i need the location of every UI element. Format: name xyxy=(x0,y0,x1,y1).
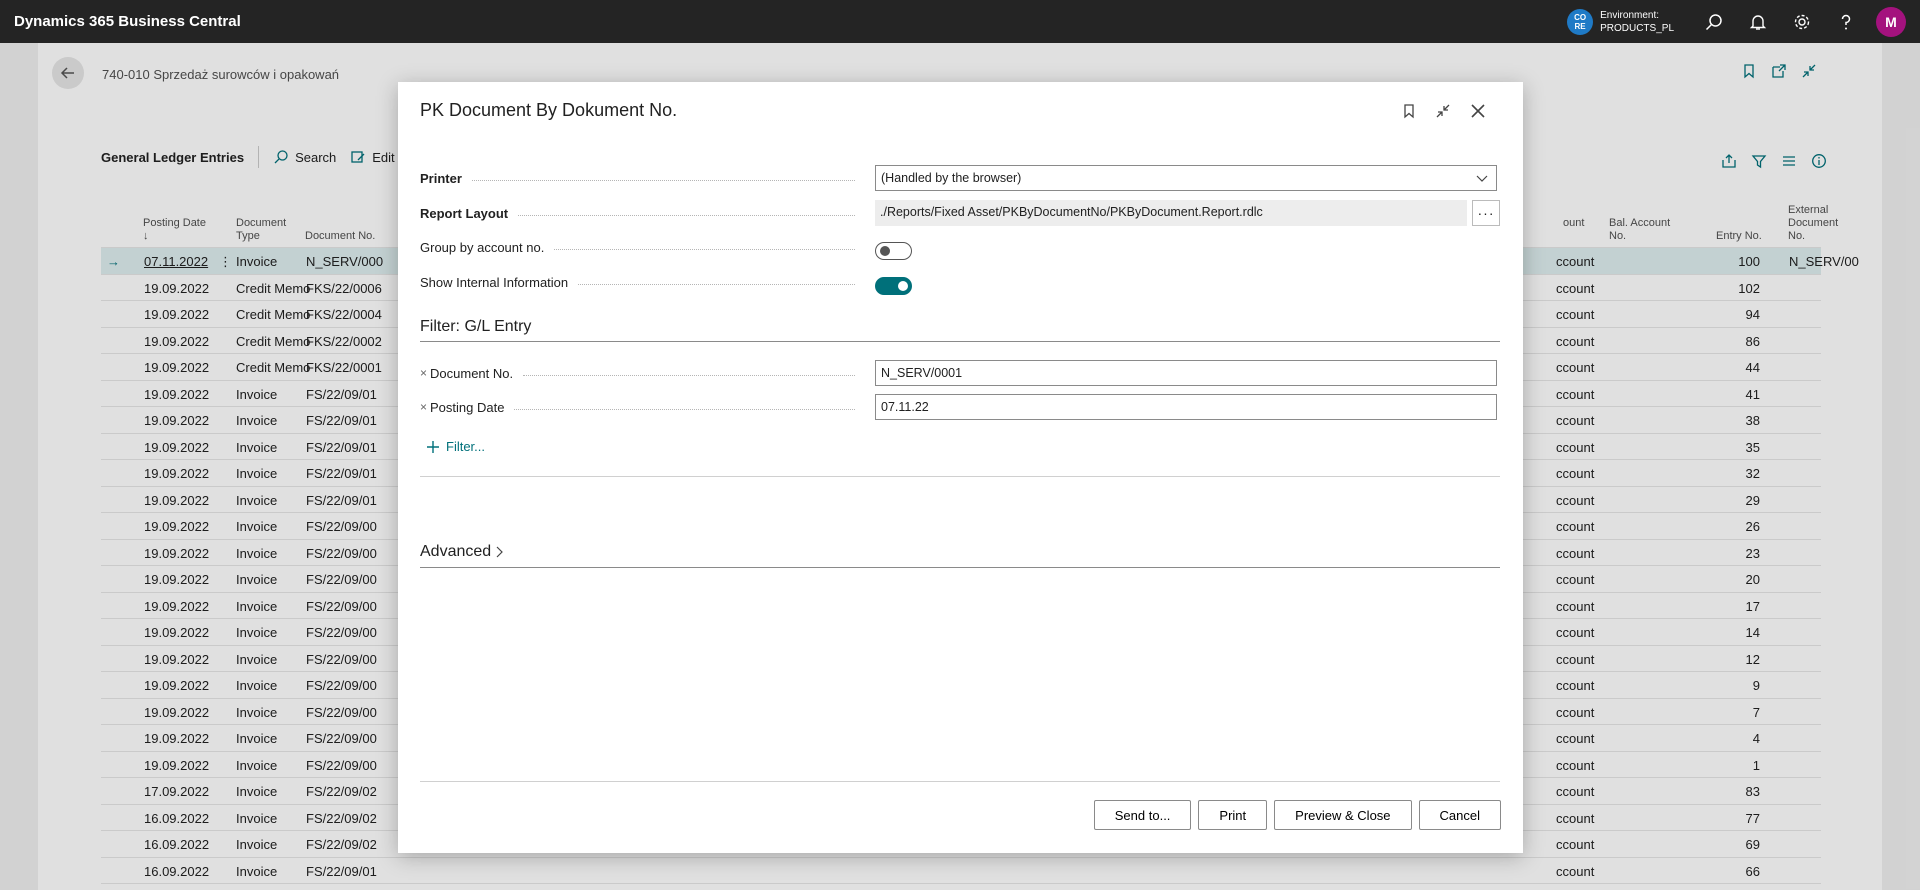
report-layout-value[interactable]: ./Reports/Fixed Asset/PKByDocumentNo/PKB… xyxy=(875,200,1467,226)
show-internal-info-label: Show Internal Information xyxy=(420,274,569,290)
internal-label-wrap: Show Internal Information xyxy=(420,275,865,290)
filter-posting-date-label: Posting Date xyxy=(430,399,505,415)
notification-bell-icon[interactable] xyxy=(1736,0,1780,43)
settings-gear-icon[interactable] xyxy=(1780,0,1824,43)
send-to-button[interactable]: Send to... xyxy=(1093,800,1192,830)
chevron-right-icon xyxy=(496,546,504,558)
help-icon[interactable] xyxy=(1824,0,1868,43)
filter-document-no-label: Document No. xyxy=(430,365,514,381)
label-dots xyxy=(518,214,855,216)
add-filter-link[interactable]: Filter... xyxy=(426,439,485,454)
filter-section-divider xyxy=(420,341,1500,342)
user-avatar[interactable]: M xyxy=(1876,6,1906,37)
printer-label-wrap: Printer xyxy=(420,171,865,186)
close-icon[interactable] xyxy=(1469,102,1487,120)
show-internal-info-toggle[interactable] xyxy=(875,277,912,295)
label-dots xyxy=(471,179,855,181)
printer-label: Printer xyxy=(420,170,462,186)
collapse-icon[interactable] xyxy=(1435,103,1451,119)
filter-document-no-row: × Document No. N_SERV/0001 xyxy=(420,360,1500,386)
label-dots xyxy=(554,248,855,250)
cancel-button[interactable]: Cancel xyxy=(1418,800,1501,830)
group-by-account-row: Group by account no. xyxy=(420,234,1500,260)
show-internal-info-row: Show Internal Information xyxy=(420,269,1500,295)
remove-filter-icon[interactable]: × xyxy=(420,366,427,380)
filter-bottom-divider xyxy=(420,476,1500,477)
footer-divider xyxy=(420,781,1500,782)
advanced-label: Advanced xyxy=(420,543,492,560)
group-by-account-toggle[interactable] xyxy=(875,242,912,260)
label-dots xyxy=(523,374,855,376)
environment-badge[interactable]: CO RE xyxy=(1567,8,1594,35)
report-layout-field: ./Reports/Fixed Asset/PKByDocumentNo/PKB… xyxy=(875,200,1500,226)
label-dots xyxy=(578,283,855,285)
env-label: Environment: xyxy=(1600,9,1660,21)
dialog-footer: Send to... Print Preview & Close Cancel xyxy=(1093,800,1501,830)
toggle-knob xyxy=(880,246,890,256)
layout-label-wrap: Report Layout xyxy=(420,206,865,221)
dialog-title: PK Document By Dokument No. xyxy=(420,100,678,120)
printer-select[interactable]: (Handled by the browser) xyxy=(875,165,1497,191)
app-title[interactable]: Dynamics 365 Business Central xyxy=(14,13,241,30)
env-badge-line1: CO xyxy=(1574,12,1587,22)
report-layout-label: Report Layout xyxy=(420,205,509,221)
top-bar-actions: CO RE Environment: PRODUCTS_PL M xyxy=(1567,0,1920,43)
printer-value: (Handled by the browser) xyxy=(881,171,1022,185)
layout-lookup-button[interactable]: ··· xyxy=(1472,200,1500,226)
group-label-wrap: Group by account no. xyxy=(420,240,865,255)
add-filter-label: Filter... xyxy=(446,439,486,454)
filter-document-no-input[interactable]: N_SERV/0001 xyxy=(875,360,1497,386)
advanced-section-divider xyxy=(420,567,1500,568)
filter-posting-date-input[interactable]: 07.11.22 xyxy=(875,394,1497,420)
env-name: PRODUCTS_PL xyxy=(1600,22,1674,34)
search-icon[interactable] xyxy=(1692,0,1736,43)
remove-filter-icon[interactable]: × xyxy=(420,400,427,414)
filter-section-title: Filter: G/L Entry xyxy=(420,318,532,335)
report-request-dialog: PK Document By Dokument No. Printer (Han… xyxy=(398,82,1523,853)
environment-info[interactable]: Environment: PRODUCTS_PL xyxy=(1600,9,1674,35)
label-dots xyxy=(514,408,855,410)
chevron-down-icon xyxy=(1476,175,1488,182)
plus-icon xyxy=(427,440,439,453)
preview-close-button[interactable]: Preview & Close xyxy=(1274,800,1412,830)
date-filter-label-wrap: × Posting Date xyxy=(420,400,865,415)
bookmark-icon[interactable] xyxy=(1401,103,1417,119)
doc-filter-label-wrap: × Document No. xyxy=(420,366,865,381)
advanced-section-toggle[interactable]: Advanced xyxy=(420,543,505,561)
dialog-controls xyxy=(1401,102,1487,120)
print-button[interactable]: Print xyxy=(1198,800,1268,830)
top-bar: Dynamics 365 Business Central CO RE Envi… xyxy=(0,0,1920,43)
toggle-knob xyxy=(898,281,908,291)
group-by-account-label: Group by account no. xyxy=(420,239,545,255)
printer-row: Printer (Handled by the browser) xyxy=(420,165,1500,191)
env-badge-line2: RE xyxy=(1574,21,1586,31)
report-layout-row: Report Layout ./Reports/Fixed Asset/PKBy… xyxy=(420,200,1500,226)
filter-posting-date-row: × Posting Date 07.11.22 xyxy=(420,394,1500,420)
